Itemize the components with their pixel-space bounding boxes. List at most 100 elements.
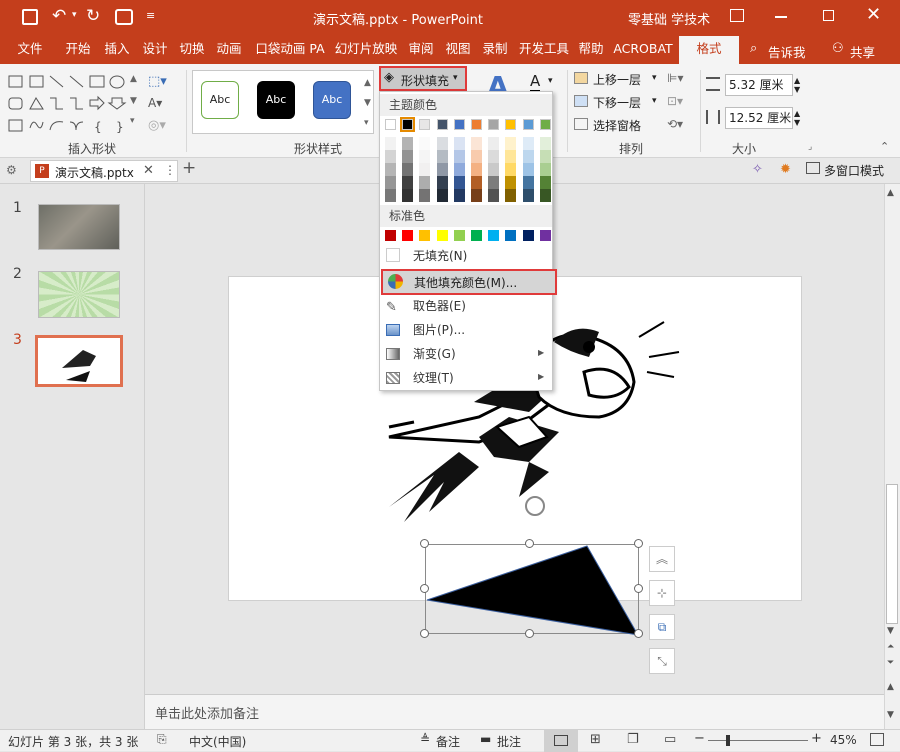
styles-scroll-down-icon[interactable]: ▼	[364, 98, 371, 108]
theme-shade-swatch[interactable]	[419, 176, 431, 189]
tab-view[interactable]: 视图	[441, 36, 475, 64]
new-tab-icon[interactable]: +	[182, 158, 196, 178]
language-status[interactable]: 中文(中国)	[189, 733, 246, 750]
standard-color-swatch[interactable]	[453, 230, 465, 241]
theme-color-swatch[interactable]	[436, 119, 448, 130]
theme-shade-swatch[interactable]	[419, 163, 431, 176]
redo-icon[interactable]: ↻	[86, 6, 100, 26]
zoom-slider-thumb[interactable]	[726, 735, 730, 746]
width-spinner-icon[interactable]: ▲ ▼	[794, 109, 800, 127]
close-icon[interactable]: ✕	[866, 4, 881, 25]
theme-shade-swatch[interactable]	[539, 176, 551, 189]
theme-color-swatch[interactable]	[539, 119, 551, 130]
theme-shade-swatch[interactable]	[402, 176, 414, 189]
maximize-icon[interactable]	[823, 10, 834, 21]
theme-shade-swatch[interactable]	[453, 189, 465, 202]
theme-shade-swatch[interactable]	[436, 137, 448, 150]
theme-shade-swatch[interactable]	[385, 176, 396, 189]
standard-color-swatch[interactable]	[402, 230, 414, 241]
multiwindow-mode-button[interactable]: 多窗口模式	[824, 162, 884, 179]
theme-shade-swatch[interactable]	[471, 163, 482, 176]
notes-scroll-down-icon[interactable]: ▼	[887, 710, 894, 720]
customize-qat-icon[interactable]: ≡	[146, 9, 155, 22]
resize-handle[interactable]	[634, 539, 643, 548]
theme-shade-swatch[interactable]	[436, 150, 448, 163]
standard-color-swatch[interactable]	[488, 230, 500, 241]
theme-shade-swatch[interactable]	[385, 137, 396, 150]
theme-shade-swatch[interactable]	[539, 150, 551, 163]
align-icon[interactable]: ⊫▾	[667, 71, 683, 85]
tab-help[interactable]: 帮助	[574, 36, 608, 64]
text-fill-dropdown-icon[interactable]: ▾	[548, 76, 553, 86]
tell-me-search[interactable]: 告诉我	[768, 42, 806, 61]
reading-view-icon[interactable]: ❐	[627, 732, 639, 747]
resize-handle[interactable]	[420, 584, 429, 593]
theme-shade-swatch[interactable]	[453, 163, 465, 176]
scroll-down-icon[interactable]: ▼	[887, 626, 894, 636]
crop-resize-icon[interactable]: ⤡	[649, 648, 675, 674]
resize-handle[interactable]	[525, 629, 534, 638]
theme-color-swatch[interactable]	[400, 117, 416, 132]
theme-shade-swatch[interactable]	[505, 176, 517, 189]
theme-shade-swatch[interactable]	[402, 137, 414, 150]
fit-slide-icon[interactable]	[870, 733, 884, 746]
standard-color-swatch[interactable]	[385, 230, 396, 241]
theme-shade-swatch[interactable]	[522, 189, 534, 202]
theme-shade-swatch[interactable]	[453, 137, 465, 150]
tab-menu-icon[interactable]: ⋮	[164, 163, 176, 177]
previous-slide-icon[interactable]: ⏶	[887, 642, 894, 652]
standard-color-swatch[interactable]	[471, 230, 482, 241]
theme-shade-swatch[interactable]	[436, 176, 448, 189]
zoom-in-icon[interactable]: +	[811, 731, 822, 746]
theme-shade-swatch[interactable]	[488, 189, 500, 202]
arrange-layers-icon[interactable]: ⧉	[649, 614, 675, 640]
selection-pane-button[interactable]: 选择窗格	[593, 117, 641, 134]
tab-home[interactable]: 开始	[60, 36, 96, 64]
user-name[interactable]: 零基础 学技术	[628, 9, 710, 28]
theme-shade-swatch[interactable]	[385, 189, 396, 202]
notes-scroll-up-icon[interactable]: ▲	[887, 682, 894, 692]
start-slideshow-icon[interactable]	[115, 9, 133, 25]
comments-icon[interactable]: ▬	[480, 732, 491, 746]
tab-settings-icon[interactable]: ⚙	[6, 163, 17, 177]
zoom-slider-track[interactable]	[708, 740, 808, 741]
resize-handle[interactable]	[525, 539, 534, 548]
resize-handle[interactable]	[634, 584, 643, 593]
tab-animations[interactable]: 动画	[212, 36, 246, 64]
shape-style-preset-1[interactable]: Abc	[201, 81, 239, 119]
theme-color-swatch[interactable]	[471, 119, 482, 130]
theme-shade-swatch[interactable]	[522, 176, 534, 189]
bring-forward-dropdown-icon[interactable]: ▾	[652, 73, 657, 83]
document-tab[interactable]: P 演示文稿.pptx ✕ ⋮	[30, 160, 178, 182]
gradient-fill-item[interactable]: 渐变(G)	[380, 343, 552, 365]
tab-slideshow[interactable]: 幻灯片放映	[334, 36, 398, 64]
theme-shade-swatch[interactable]	[505, 137, 517, 150]
scroll-up-icon[interactable]: ▲	[887, 188, 894, 198]
notes-pane[interactable]: 单击此处添加备注	[145, 694, 884, 729]
search-icon[interactable]: ⌕	[750, 41, 757, 56]
notes-toggle-button[interactable]: 备注	[436, 733, 460, 750]
text-box-icon[interactable]: A▾	[148, 96, 174, 112]
slide-thumbnail-2[interactable]	[38, 271, 120, 318]
tab-format[interactable]: 格式	[679, 36, 739, 64]
notes-icon[interactable]: ≜	[420, 732, 430, 746]
theme-shade-swatch[interactable]	[488, 176, 500, 189]
no-fill-item[interactable]: 无填充(N)	[380, 245, 552, 267]
theme-color-swatch[interactable]	[453, 119, 465, 130]
slide-thumbnail-3-selected[interactable]	[35, 335, 123, 387]
rotate-handle-icon[interactable]	[525, 496, 545, 516]
standard-color-swatch[interactable]	[419, 230, 431, 241]
theme-shade-swatch[interactable]	[522, 163, 534, 176]
theme-shade-swatch[interactable]	[522, 137, 534, 150]
resize-handle[interactable]	[420, 629, 429, 638]
shape-fill-button[interactable]: ◈ 形状填充 ▾	[379, 66, 467, 91]
save-icon[interactable]	[22, 9, 38, 25]
shape-style-preset-2[interactable]: Abc	[257, 81, 295, 119]
theme-shade-swatch[interactable]	[385, 150, 396, 163]
theme-shade-swatch[interactable]	[385, 163, 396, 176]
bring-forward-icon[interactable]	[574, 72, 588, 84]
theme-shade-swatch[interactable]	[436, 189, 448, 202]
picture-fill-item[interactable]: 图片(P)...	[380, 319, 552, 341]
styles-scroll-up-icon[interactable]: ▲	[364, 78, 371, 88]
standard-color-swatch[interactable]	[436, 230, 448, 241]
